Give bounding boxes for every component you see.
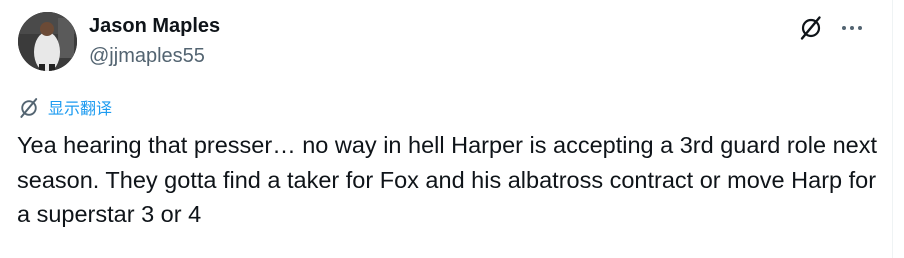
divider [892, 0, 893, 258]
author-display-name[interactable]: Jason Maples [89, 14, 220, 38]
show-translation-label: 显示翻译 [48, 101, 113, 118]
show-translation-link[interactable]: 显示翻译 [18, 97, 112, 123]
tweet-text: Yea hearing that presser… no way in hell… [17, 132, 877, 227]
grok-translate-icon [18, 97, 40, 124]
avatar[interactable] [18, 12, 77, 71]
tweet-card: Jason Maples @jjmaples55 显示翻译 Yea hearin… [0, 0, 904, 258]
grok-icon [798, 15, 824, 46]
more-horizontal-icon [841, 18, 863, 36]
more-button[interactable] [836, 13, 868, 41]
author-handle[interactable]: @jjmaples55 [89, 44, 205, 68]
grok-button[interactable] [796, 15, 826, 45]
